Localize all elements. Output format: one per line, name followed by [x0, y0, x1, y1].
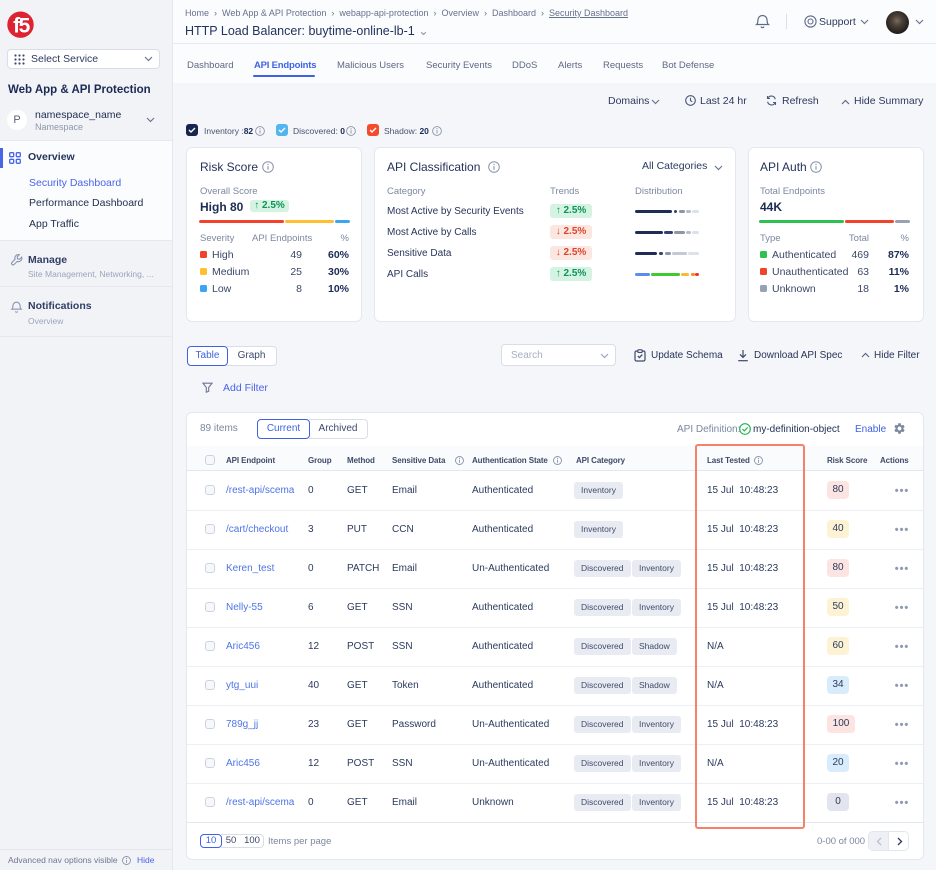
svg-text:f5: f5	[13, 15, 30, 38]
